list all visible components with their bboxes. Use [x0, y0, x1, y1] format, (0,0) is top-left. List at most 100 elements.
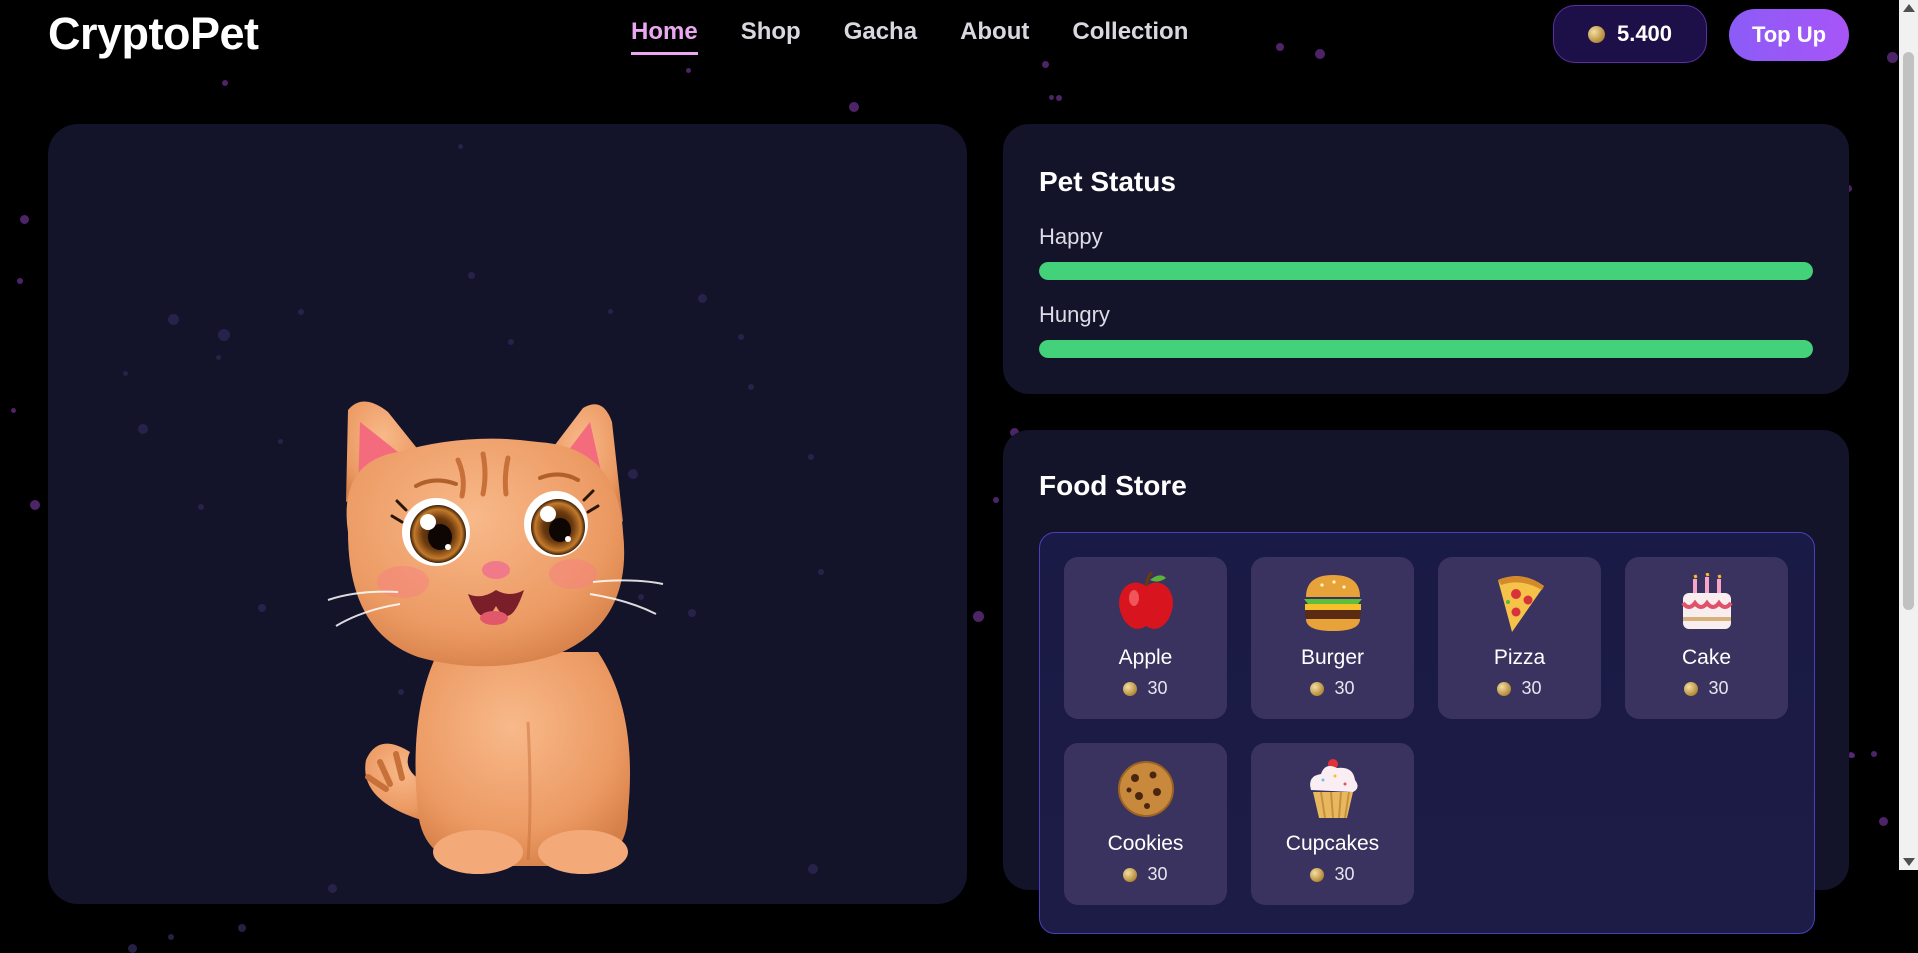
star-dot	[1049, 95, 1054, 100]
star-dot	[123, 371, 128, 376]
coin-icon	[1587, 25, 1605, 43]
star-dot	[1042, 61, 1049, 68]
star-dot	[973, 611, 984, 622]
scroll-up-arrow-icon[interactable]	[1903, 4, 1915, 12]
star-dot	[222, 80, 228, 86]
nav-gacha[interactable]: Gacha	[844, 18, 917, 55]
food-item-name: Burger	[1300, 646, 1365, 669]
star-dot	[1879, 817, 1888, 826]
hungry-bar	[1039, 340, 1813, 358]
star-dot	[216, 355, 221, 360]
star-dot	[138, 424, 148, 434]
star-dot	[608, 309, 613, 314]
food-store-title: Food Store	[1039, 470, 1187, 501]
star-dot	[818, 569, 824, 575]
hungry-bar-fill	[1039, 340, 1813, 358]
star-dot	[198, 504, 204, 510]
star-dot	[328, 884, 337, 893]
food-item-price: 30	[1438, 678, 1601, 699]
cat-pet-image[interactable]	[318, 382, 738, 882]
food-item-name: Cookies	[1107, 832, 1184, 855]
food-item-name: Cake	[1681, 646, 1732, 669]
wallet-balance: 5.400	[1553, 5, 1707, 63]
star-dot	[258, 604, 266, 612]
food-item-price: 30	[1251, 678, 1414, 699]
happy-bar	[1039, 262, 1813, 280]
nav-collection[interactable]: Collection	[1072, 18, 1188, 55]
star-dot	[128, 944, 137, 953]
scroll-thumb[interactable]	[1903, 52, 1914, 610]
main-nav: Home Shop Gacha About Collection	[631, 18, 1188, 55]
balance-value: 5.400	[1616, 21, 1673, 46]
pet-display-panel	[48, 124, 967, 953]
star-dot	[1887, 52, 1898, 63]
food-item-cookies[interactable]: Cookies 30	[1064, 743, 1227, 905]
price-value: 30	[1147, 864, 1168, 884]
cake-icon	[1625, 571, 1788, 635]
star-dot	[1056, 95, 1062, 101]
star-dot	[298, 309, 304, 315]
star-dot	[748, 384, 754, 390]
star-dot	[1315, 49, 1325, 59]
star-dot	[168, 934, 174, 940]
pizza-icon	[1438, 571, 1601, 635]
star-dot	[698, 294, 707, 303]
food-item-price: 30	[1625, 678, 1788, 699]
pet-status-title: Pet Status	[1039, 166, 1176, 197]
food-item-price: 30	[1064, 864, 1227, 885]
nav-shop[interactable]: Shop	[741, 18, 801, 55]
food-item-apple[interactable]: Apple 30	[1064, 557, 1227, 719]
star-dot	[1276, 43, 1284, 51]
nav-about[interactable]: About	[960, 18, 1029, 55]
star-dot	[11, 408, 16, 413]
hungry-label: Hungry	[1039, 302, 1110, 327]
price-value: 30	[1521, 678, 1542, 698]
star-dot	[808, 864, 818, 874]
price-value: 30	[1334, 678, 1355, 698]
price-value: 30	[1708, 678, 1729, 698]
star-dot	[30, 500, 40, 510]
food-item-name: Pizza	[1493, 646, 1546, 669]
star-dot	[1850, 753, 1855, 758]
star-dot	[168, 314, 179, 325]
star-dot	[686, 68, 691, 73]
scroll-down-arrow-icon[interactable]	[1903, 858, 1915, 866]
burger-icon	[1251, 571, 1414, 635]
food-item-name: Cupcakes	[1285, 832, 1380, 855]
star-dot	[508, 339, 514, 345]
coin-icon	[1123, 681, 1138, 696]
star-dot	[468, 272, 475, 279]
pet-status-panel: Pet Status Happy Hungry	[1003, 124, 1849, 394]
coin-icon	[1310, 681, 1325, 696]
star-dot	[849, 102, 859, 112]
star-dot	[458, 144, 463, 149]
star-dot	[17, 278, 23, 284]
cupcake-icon	[1251, 757, 1414, 821]
star-dot	[218, 329, 230, 341]
apple-icon	[1064, 571, 1227, 635]
happy-label: Happy	[1039, 224, 1103, 249]
food-item-price: 30	[1064, 678, 1227, 699]
happy-bar-fill	[1039, 262, 1813, 280]
food-store-panel: Food Store Apple 30 Burger 30 Pizza 30 C…	[1003, 430, 1849, 934]
food-item-pizza[interactable]: Pizza 30	[1438, 557, 1601, 719]
star-dot	[993, 497, 999, 503]
food-item-cupcakes[interactable]: Cupcakes 30	[1251, 743, 1414, 905]
page-scrollbar[interactable]	[1899, 0, 1918, 870]
nav-home[interactable]: Home	[631, 18, 698, 55]
top-up-button[interactable]: Top Up	[1729, 9, 1849, 61]
price-value: 30	[1334, 864, 1355, 884]
food-item-price: 30	[1251, 864, 1414, 885]
star-dot	[238, 924, 246, 932]
food-item-cake[interactable]: Cake 30	[1625, 557, 1788, 719]
star-dot	[808, 454, 814, 460]
star-dot	[1871, 751, 1877, 757]
food-item-burger[interactable]: Burger 30	[1251, 557, 1414, 719]
app-logo[interactable]: CryptoPet	[48, 8, 259, 60]
cookie-icon	[1064, 757, 1227, 821]
star-dot	[738, 334, 744, 340]
food-grid: Apple 30 Burger 30 Pizza 30 Cake 30 Cook…	[1039, 532, 1815, 934]
food-item-name: Apple	[1118, 646, 1173, 669]
price-value: 30	[1147, 678, 1168, 698]
star-dot	[20, 215, 29, 224]
